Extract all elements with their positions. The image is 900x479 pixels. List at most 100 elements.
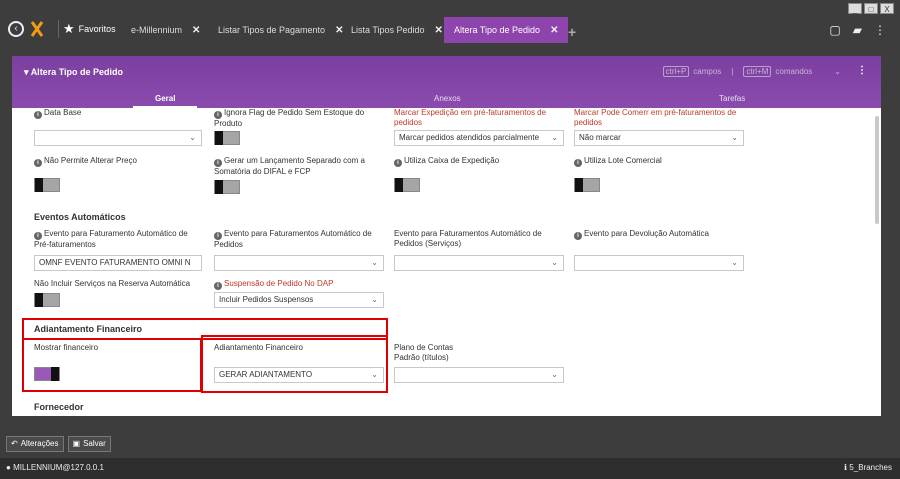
utiliza-caixa-label: i Utiliza Caixa de Expedição: [394, 156, 499, 167]
mostrar-financeiro-label: Mostrar financeiro: [34, 343, 99, 352]
close-icon[interactable]: ✕: [335, 25, 343, 36]
shortcuts: ctrl+P campos | ctrl+M comandos ⌄: [662, 66, 841, 77]
evento-fat-ped-label: i Evento para Faturamentos Automático de …: [214, 229, 372, 249]
info-icon: i: [214, 111, 222, 119]
form-content: i Data Base i Ignora Flag de Pedido Sem Es…: [12, 108, 881, 416]
tab-geral[interactable]: Geral: [132, 94, 199, 108]
millennium-logo-icon: [30, 21, 44, 37]
gerar-lancamento-label: i Gerar um Lançamento Separado com a Soma…: [214, 156, 365, 176]
adiantamento-select[interactable]: GERAR ADIANTAMENTO ⌄: [214, 367, 384, 383]
shortcut-sep: |: [731, 67, 734, 76]
panel-title[interactable]: ▾ Altera Tipo de Pedido: [24, 67, 123, 78]
tab-altera-tipo-pedido[interactable]: Altera Tipo de Pedido ✕: [444, 17, 569, 43]
tab-label: Lista Tipos Pedido: [351, 25, 425, 35]
info-icon: i: [214, 232, 222, 240]
close-window-button[interactable]: X: [880, 3, 894, 14]
maximize-button[interactable]: □: [864, 3, 878, 14]
fornecedor-section-title: Fornecedor: [34, 402, 84, 412]
alteracoes-button[interactable]: ↶ Alterações: [6, 436, 64, 452]
scrollbar[interactable]: [875, 116, 879, 224]
chevron-down-icon: ⌄: [551, 258, 558, 267]
toggle-knob: [35, 293, 43, 307]
evento-fat-serv-select[interactable]: ⌄: [394, 255, 564, 271]
marcar-expedicao-select[interactable]: Marcar pedidos atendidos parcialmente ⌄: [394, 130, 564, 146]
utiliza-lote-label: i Utiliza Lote Comercial: [574, 156, 662, 167]
top-right-icons: ▢ ▰ ⋮: [829, 23, 886, 37]
ignora-flag-toggle[interactable]: [214, 131, 240, 145]
close-icon[interactable]: ✕: [192, 25, 200, 36]
suspensao-select[interactable]: Incluir Pedidos Suspensos ⌄: [214, 292, 384, 308]
eventos-section-title: Eventos Automáticos: [34, 212, 126, 222]
chevron-down-icon: ⌄: [731, 133, 738, 142]
close-icon[interactable]: ✕: [435, 25, 443, 36]
close-icon[interactable]: ✕: [550, 25, 558, 36]
clipboard-icon[interactable]: ▢: [829, 23, 840, 37]
info-icon: i: [34, 159, 42, 167]
window-controls: _ □ X: [848, 3, 894, 14]
branch-status[interactable]: ℹ 5_Branches: [844, 463, 892, 472]
tab-lista-tipos-pedido[interactable]: Lista Tipos Pedido ✕: [351, 17, 443, 43]
chevron-down-icon: ⌄: [189, 133, 196, 142]
alteracoes-label: Alterações: [20, 439, 59, 448]
data-base-label: i Data Base: [34, 108, 81, 119]
shortcut-label: campos: [693, 67, 722, 76]
favorites-button[interactable]: ★ Favoritos: [58, 20, 116, 38]
nao-incluir-toggle[interactable]: [34, 293, 60, 307]
tab-tarefas[interactable]: Tarefas: [719, 94, 745, 103]
tab-label: Altera Tipo de Pedido: [454, 25, 541, 35]
tab-label: Listar Tipos de Pagamento: [218, 25, 326, 35]
save-icon: ▣: [72, 439, 81, 448]
info-icon: i: [34, 111, 42, 119]
star-icon: ★: [63, 21, 75, 36]
info-icon: i: [214, 282, 222, 290]
tab-anexos[interactable]: Anexos: [434, 94, 461, 103]
panel-menu-icon[interactable]: ⋮: [857, 65, 867, 76]
add-tab-button[interactable]: +: [568, 24, 576, 40]
tab-listar-tipos-pagamento[interactable]: Listar Tipos de Pagamento ✕: [218, 17, 343, 43]
favorites-label: Favoritos: [78, 24, 116, 34]
status-bar: ● MILLENNIUM@127.0.0.1 ℹ 5_Branches: [0, 458, 900, 479]
user-status: ● MILLENNIUM@127.0.0.1: [6, 463, 104, 472]
suspensao-label: i Suspensão de Pedido No DAP: [214, 279, 333, 290]
panel-header: ▾ Altera Tipo de Pedido ctrl+P campos | …: [12, 56, 881, 108]
more-vertical-icon[interactable]: ⋮: [874, 23, 886, 37]
minimize-button[interactable]: _: [848, 3, 862, 14]
info-icon: ℹ: [844, 463, 848, 472]
mostrar-financeiro-toggle[interactable]: [34, 367, 60, 381]
toggle-knob: [35, 178, 43, 192]
data-base-select[interactable]: ⌄: [34, 130, 202, 146]
marcar-pode-comerr-select[interactable]: Não marcar ⌄: [574, 130, 744, 146]
info-icon: i: [574, 232, 582, 240]
tab-label: e-Millennium: [131, 25, 183, 35]
undo-icon: ↶: [11, 439, 18, 448]
toggle-knob: [575, 178, 583, 192]
plano-contas-select[interactable]: ⌄: [394, 367, 564, 383]
utiliza-caixa-toggle[interactable]: [394, 178, 420, 192]
shortcut-label: comandos: [775, 67, 813, 76]
back-icon[interactable]: ‹: [8, 21, 24, 37]
branch-label: 5_Branches: [849, 463, 892, 472]
shortcut-key: ctrl+M: [743, 66, 772, 77]
shortcut-key: ctrl+P: [662, 66, 690, 77]
user-label: MILLENNIUM@127.0.0.1: [13, 463, 104, 472]
salvar-button[interactable]: ▣ Salvar: [67, 436, 111, 452]
chevron-down-icon[interactable]: ⌄: [834, 67, 841, 76]
evento-fat-pre-select[interactable]: OMNF EVENTO FATURAMENTO OMNI N: [34, 255, 202, 271]
salvar-label: Salvar: [83, 439, 106, 448]
gerar-lancamento-toggle[interactable]: [214, 180, 240, 194]
marcar-pode-comerr-label: Marcar Pode Comerr em pré-faturamentos d…: [574, 108, 737, 127]
tab-e-millennium[interactable]: e-Millennium ✕: [131, 17, 200, 43]
evento-dev-label: i Evento para Devolução Automática: [574, 229, 709, 240]
nao-permite-toggle[interactable]: [34, 178, 60, 192]
nao-incluir-label: Não Incluir Serviços na Reserva Automáti…: [34, 279, 191, 288]
info-icon: i: [574, 159, 582, 167]
chevron-down-icon: ⌄: [371, 370, 378, 379]
marcar-expedicao-label: Marcar Expedição em pré-faturamentos de …: [394, 108, 547, 127]
evento-dev-select[interactable]: ⌄: [574, 255, 744, 271]
chevron-down-icon: ⌄: [371, 258, 378, 267]
evento-fat-ped-select[interactable]: ⌄: [214, 255, 384, 271]
utiliza-lote-toggle[interactable]: [574, 178, 600, 192]
chat-icon[interactable]: ▰: [853, 23, 862, 37]
info-icon: i: [214, 159, 222, 167]
evento-fat-serv-label: Evento para Faturamentos Automático de P…: [394, 229, 542, 248]
